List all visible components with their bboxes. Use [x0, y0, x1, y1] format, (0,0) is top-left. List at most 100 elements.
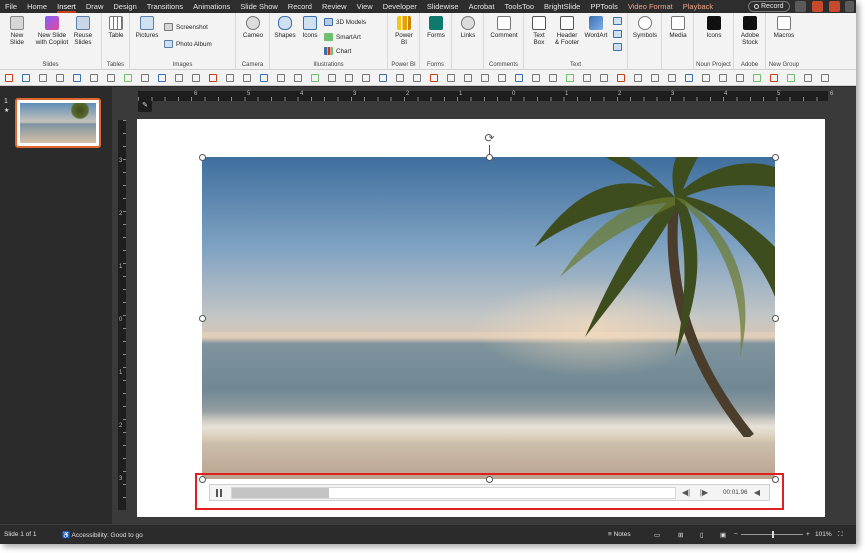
tab-transitions[interactable]: Transitions — [142, 0, 188, 13]
quick-tool-icon[interactable] — [634, 74, 642, 82]
quick-tool-icon[interactable] — [124, 74, 132, 82]
quick-tool-icon[interactable] — [396, 74, 404, 82]
symbols-button[interactable]: Symbols — [631, 16, 659, 39]
forms-button[interactable]: Forms — [425, 16, 447, 39]
record-button[interactable]: Record — [748, 1, 790, 12]
tab-pptools[interactable]: PPTools — [585, 0, 623, 13]
tab-video-format[interactable]: Video Format — [623, 0, 678, 13]
tab-insert[interactable]: Insert — [52, 0, 81, 13]
zoom-level[interactable]: 101% — [815, 531, 832, 538]
resize-handle-top-right[interactable] — [772, 154, 779, 161]
new-slide-copilot-button[interactable]: New Slide with Copilot — [32, 16, 72, 46]
tab-home[interactable]: Home — [22, 0, 52, 13]
cameo-button[interactable]: Cameo — [240, 16, 266, 39]
quick-tool-icon[interactable] — [90, 74, 98, 82]
comment-indicator-icon[interactable]: ✎ — [138, 100, 152, 112]
slide-thumbnail[interactable] — [15, 98, 101, 148]
noun-icons-button[interactable]: Icons — [703, 16, 725, 39]
tab-toolstoo[interactable]: ToolsToo — [499, 0, 539, 13]
video-frame[interactable] — [202, 157, 775, 479]
text-option-button[interactable] — [613, 17, 622, 25]
tab-file[interactable]: File — [0, 0, 22, 13]
quick-tool-icon[interactable] — [107, 74, 115, 82]
quick-tool-icon[interactable] — [600, 74, 608, 82]
quick-tool-icon[interactable] — [498, 74, 506, 82]
links-button[interactable]: Links — [457, 16, 479, 39]
tab-review[interactable]: Review — [317, 0, 352, 13]
quick-tool-icon[interactable] — [73, 74, 81, 82]
notes-button[interactable]: ≡ Notes — [608, 531, 631, 538]
shapes-button[interactable]: Shapes — [274, 16, 296, 39]
quick-tool-icon[interactable] — [702, 74, 710, 82]
tab-view[interactable]: View — [352, 0, 378, 13]
screenshot-button[interactable]: Screenshot — [164, 23, 208, 31]
quick-tool-icon[interactable] — [260, 74, 268, 82]
quick-tool-icon[interactable] — [464, 74, 472, 82]
quick-tool-icon[interactable] — [719, 74, 727, 82]
quick-tool-icon[interactable] — [277, 74, 285, 82]
quick-tool-icon[interactable] — [617, 74, 625, 82]
pictures-button[interactable]: Pictures — [134, 16, 160, 39]
resize-handle-top[interactable] — [486, 154, 493, 161]
media-button[interactable]: Media — [667, 16, 689, 39]
quick-tool-icon[interactable] — [209, 74, 217, 82]
quick-tool-icon[interactable] — [583, 74, 591, 82]
zoom-out-icon[interactable]: − — [734, 531, 738, 538]
quick-tool-icon[interactable] — [192, 74, 200, 82]
quick-tool-icon[interactable] — [39, 74, 47, 82]
accessibility-status[interactable]: ♿ Accessibility: Good to go — [62, 531, 143, 539]
resize-handle-left[interactable] — [199, 315, 206, 322]
quick-tool-icon[interactable] — [685, 74, 693, 82]
quick-tool-icon[interactable] — [668, 74, 676, 82]
quick-tool-icon[interactable] — [481, 74, 489, 82]
quick-tool-icon[interactable] — [56, 74, 64, 82]
header-footer-button[interactable]: Header & Footer — [552, 16, 582, 46]
comment-button[interactable]: Comment — [487, 16, 521, 39]
quick-tool-icon[interactable] — [345, 74, 353, 82]
quick-tool-icon[interactable] — [328, 74, 336, 82]
wordart-button[interactable]: WordArt — [583, 16, 609, 39]
quick-tool-icon[interactable] — [804, 74, 812, 82]
present-icon[interactable] — [795, 1, 806, 12]
slide-show-icon[interactable]: ▣ — [720, 531, 726, 539]
adobe-stock-button[interactable]: Adobe Stock — [739, 16, 761, 46]
tab-developer[interactable]: Developer — [378, 0, 422, 13]
share-icon[interactable] — [829, 1, 840, 12]
tab-animations[interactable]: Animations — [188, 0, 235, 13]
quick-tool-icon[interactable] — [532, 74, 540, 82]
quick-tool-icon[interactable] — [379, 74, 387, 82]
ribbon-options-icon[interactable] — [845, 1, 854, 12]
slide-sorter-icon[interactable]: ⊞ — [678, 531, 683, 539]
quick-tool-icon[interactable] — [515, 74, 523, 82]
quick-tool-icon[interactable] — [549, 74, 557, 82]
quick-tool-icon[interactable] — [447, 74, 455, 82]
icons-button[interactable]: Icons — [299, 16, 321, 39]
comments-icon[interactable] — [812, 1, 823, 12]
quick-tool-icon[interactable] — [753, 74, 761, 82]
date-time-button[interactable] — [613, 30, 622, 38]
quick-tool-icon[interactable] — [243, 74, 251, 82]
new-slide-button[interactable]: New Slide — [6, 16, 28, 46]
text-box-button[interactable]: Text Box — [528, 16, 550, 46]
quick-tool-icon[interactable] — [22, 74, 30, 82]
quick-tool-icon[interactable] — [158, 74, 166, 82]
zoom-in-icon[interactable]: + — [806, 531, 810, 538]
quick-tool-icon[interactable] — [651, 74, 659, 82]
normal-view-icon[interactable]: ▭ — [654, 531, 660, 539]
quick-tool-icon[interactable] — [362, 74, 370, 82]
quick-tool-icon[interactable] — [175, 74, 183, 82]
quick-tool-icon[interactable] — [5, 74, 13, 82]
reuse-slides-button[interactable]: Reuse Slides — [72, 16, 94, 46]
resize-handle-right[interactable] — [772, 315, 779, 322]
reading-view-icon[interactable]: ▯ — [700, 531, 704, 539]
tab-design[interactable]: Design — [108, 0, 141, 13]
tab-playback[interactable]: Playback — [678, 0, 718, 13]
fit-to-window-icon[interactable]: ⛶ — [838, 531, 843, 539]
macros-button[interactable]: Macros — [772, 16, 796, 39]
tab-slidewise[interactable]: Slidewise — [422, 0, 464, 13]
tab-draw[interactable]: Draw — [81, 0, 109, 13]
quick-tool-icon[interactable] — [821, 74, 829, 82]
quick-tool-icon[interactable] — [294, 74, 302, 82]
quick-tool-icon[interactable] — [566, 74, 574, 82]
3d-models-button[interactable]: 3D Models — [324, 18, 366, 26]
